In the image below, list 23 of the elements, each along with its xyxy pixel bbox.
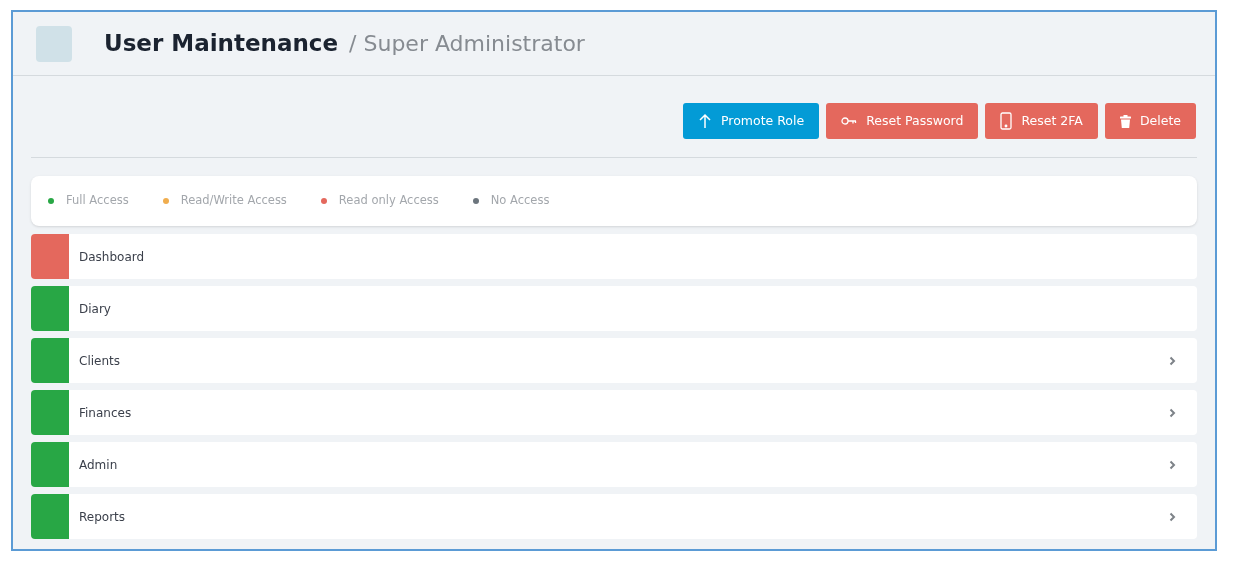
trash-icon xyxy=(1119,114,1131,128)
module-row[interactable]: Admin xyxy=(31,442,1197,487)
logo-placeholder xyxy=(36,25,72,62)
module-row[interactable]: Reports xyxy=(31,494,1197,539)
legend-label: No Access xyxy=(490,192,550,210)
module-label: Reports xyxy=(79,508,127,526)
module-label: Admin xyxy=(79,456,119,474)
legend-label: Read only Access xyxy=(338,192,439,210)
module-label: Finances xyxy=(79,404,133,422)
page-subtitle: / Super Administrator xyxy=(349,30,585,58)
legend-label: Full Access xyxy=(66,192,129,210)
arrow-up-icon xyxy=(698,113,713,129)
module-label: Clients xyxy=(79,352,121,370)
page-title: User Maintenance xyxy=(104,29,339,59)
module-label: Dashboard xyxy=(79,248,146,266)
module-row[interactable]: Dashboard xyxy=(31,234,1197,279)
legend-label: Read/Write Access xyxy=(180,192,287,210)
phone-icon xyxy=(1000,112,1013,130)
key-icon xyxy=(841,116,858,126)
module-row[interactable]: Clients xyxy=(31,338,1197,383)
module-row[interactable]: Finances xyxy=(31,390,1197,435)
module-label: Diary xyxy=(79,300,112,318)
module-row[interactable]: Diary xyxy=(31,286,1197,331)
